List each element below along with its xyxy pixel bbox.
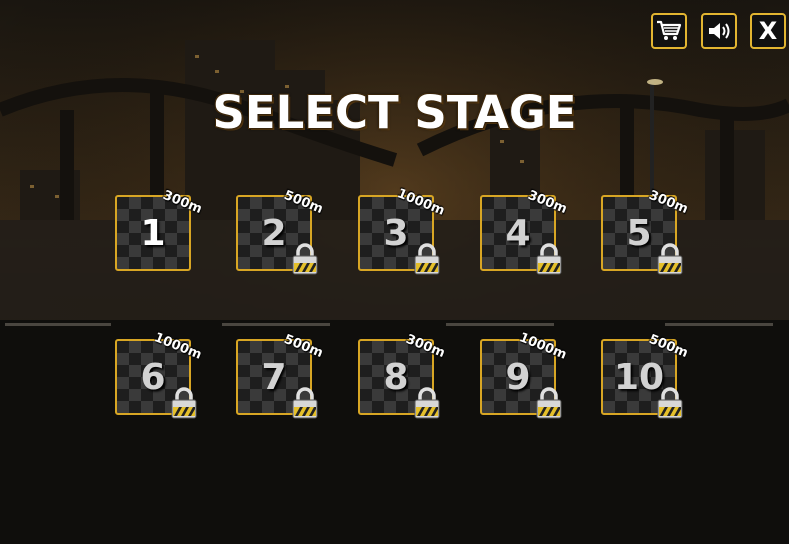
stage-tile-10[interactable]: 10 500m: [601, 332, 690, 419]
lock-icon: [657, 387, 683, 419]
stage-tile-8[interactable]: 8 300m: [358, 332, 447, 419]
speaker-icon: [709, 23, 730, 39]
close-icon: X: [758, 17, 778, 45]
page-title: SELECT STAGE: [212, 86, 577, 139]
cart-icon: [657, 20, 682, 40]
stage-tile-6[interactable]: 6 1000m: [115, 330, 204, 419]
stage-tile-5[interactable]: 5 300m: [601, 188, 690, 275]
lock-icon: [657, 243, 683, 275]
close-button[interactable]: X: [750, 13, 786, 49]
lock-icon: [536, 387, 562, 419]
stage-tile-4[interactable]: 4 300m: [480, 188, 569, 275]
stage-tile-3[interactable]: 3 1000m: [358, 186, 447, 275]
lock-icon: [292, 387, 318, 419]
lock-icon: [414, 387, 440, 419]
lock-icon: [414, 243, 440, 275]
sound-button[interactable]: [701, 13, 737, 49]
stage-number: 1: [140, 213, 166, 254]
lock-icon: [536, 243, 562, 275]
stage-tile-7[interactable]: 7 500m: [236, 332, 325, 419]
lock-icon: [292, 243, 318, 275]
lock-icon: [171, 387, 197, 419]
stage-tile-1[interactable]: 1 300m: [115, 188, 204, 271]
stage-tile-9[interactable]: 9 1000m: [480, 330, 569, 419]
stage-tile-2[interactable]: 2 500m: [236, 188, 325, 275]
shop-button[interactable]: [651, 13, 687, 49]
